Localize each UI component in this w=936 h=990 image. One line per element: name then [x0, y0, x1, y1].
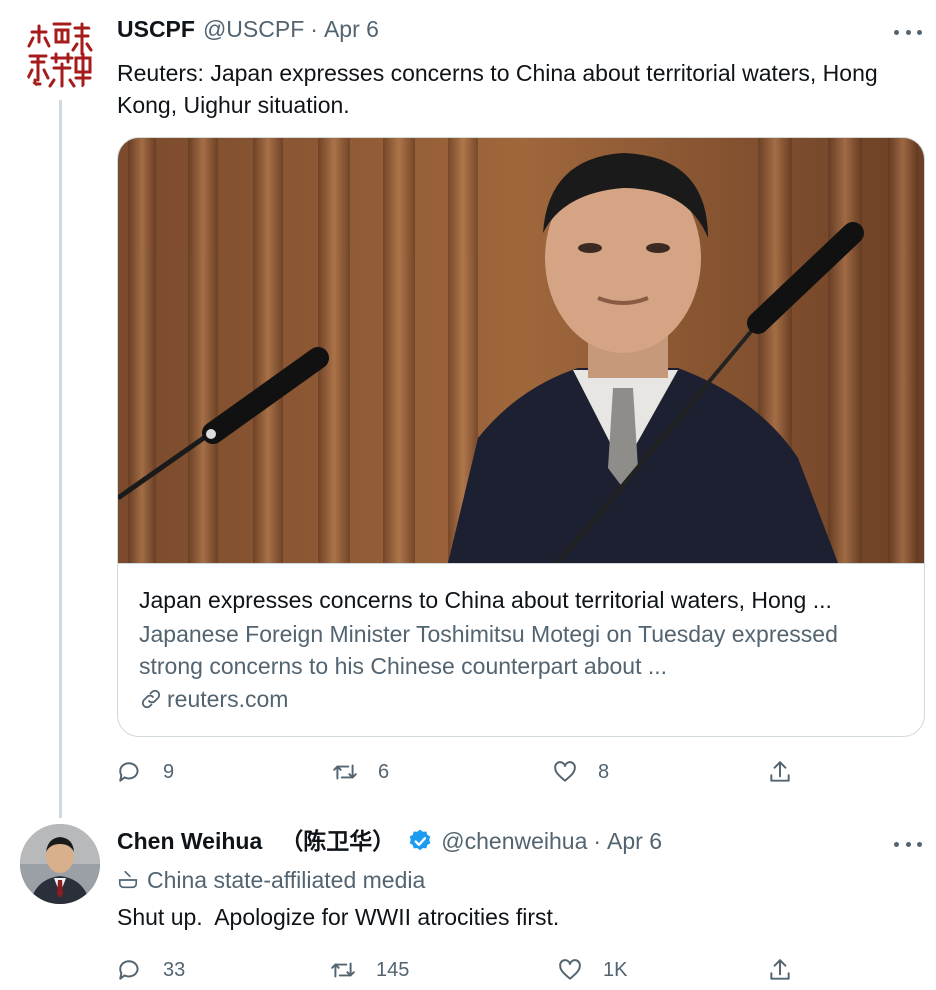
share-icon — [770, 959, 790, 980]
user-handle[interactable]: @chenweihua — [441, 826, 587, 856]
display-name-chinese[interactable]: （陈卫华） — [280, 826, 395, 856]
tweet-date[interactable]: Apr 6 — [607, 826, 662, 856]
tweet-uscpf[interactable]: USCPF @USCPF · Apr 6 Reuters: Japan expr… — [0, 0, 936, 810]
card-description: Japanese Foreign Minister Toshimitsu Mot… — [139, 621, 838, 679]
card-domain[interactable]: reuters.com — [139, 684, 288, 714]
like-icon — [554, 761, 576, 782]
retweet-count: 6 — [378, 760, 390, 783]
tweet-actions: 9 6 8 — [117, 752, 837, 792]
reply-button[interactable]: 33 — [117, 950, 185, 990]
tweet-header: USCPF @USCPF · Apr 6 — [117, 14, 379, 44]
tweet-chenweihua[interactable]: Chen Weihua （陈卫华） @chenweihua · Apr 6 Ch… — [0, 810, 936, 990]
separator-dot: · — [593, 828, 602, 854]
like-count: 1K — [603, 958, 628, 981]
tweet-text: Reuters: Japan expresses concerns to Chi… — [117, 60, 878, 118]
share-button[interactable] — [767, 950, 793, 990]
tweet-date[interactable]: Apr 6 — [324, 14, 379, 44]
card-title[interactable]: Japan expresses concerns to China about … — [139, 585, 832, 615]
like-button[interactable]: 8 — [552, 752, 609, 792]
display-name[interactable]: USCPF — [117, 14, 195, 44]
user-handle[interactable]: @USCPF — [203, 14, 304, 44]
avatar-uscpf[interactable] — [20, 14, 100, 94]
reply-count: 9 — [163, 760, 175, 783]
retweet-icon — [331, 962, 355, 978]
reply-icon — [119, 960, 139, 980]
like-count: 8 — [598, 760, 610, 783]
retweet-button[interactable]: 145 — [330, 950, 409, 990]
seal-logo-icon — [20, 14, 100, 94]
state-media-label-text: China state-affiliated media — [147, 867, 426, 893]
reply-button[interactable]: 9 — [117, 752, 174, 792]
retweet-count: 145 — [376, 958, 410, 981]
separator-dot: · — [310, 16, 318, 42]
card-domain-text: reuters.com — [167, 686, 289, 712]
retweet-icon — [333, 764, 357, 780]
more-icon — [894, 29, 899, 35]
card-image[interactable] — [118, 138, 924, 563]
retweet-button[interactable]: 6 — [332, 752, 389, 792]
display-name[interactable]: Chen Weihua — [117, 826, 262, 856]
avatar-chenweihua[interactable] — [20, 824, 100, 904]
news-photo — [118, 138, 924, 563]
share-icon — [770, 761, 790, 782]
link-preview-card[interactable]: Japan expresses concerns to China about … — [117, 137, 925, 737]
reply-count: 33 — [163, 958, 186, 981]
like-button[interactable]: 1K — [557, 950, 627, 990]
tweet-header: Chen Weihua （陈卫华） @chenweihua · Apr 6 — [117, 826, 662, 856]
state-media-label[interactable]: China state-affiliated media — [117, 865, 425, 895]
state-media-icon — [118, 870, 138, 889]
reply-icon — [119, 762, 139, 782]
more-options-button[interactable] — [894, 834, 922, 854]
card-body[interactable]: Japan expresses concerns to China about … — [118, 563, 924, 736]
profile-photo — [20, 824, 100, 904]
tweet-text: Shut up. Apologize for WWII atrocities f… — [117, 904, 560, 930]
more-icon — [894, 841, 899, 847]
share-button[interactable] — [767, 752, 793, 792]
verified-badge-icon — [409, 829, 431, 851]
tweet-actions: 33 145 1K — [117, 950, 837, 990]
link-icon — [141, 689, 161, 709]
more-options-button[interactable] — [894, 22, 922, 42]
like-icon — [559, 959, 581, 980]
